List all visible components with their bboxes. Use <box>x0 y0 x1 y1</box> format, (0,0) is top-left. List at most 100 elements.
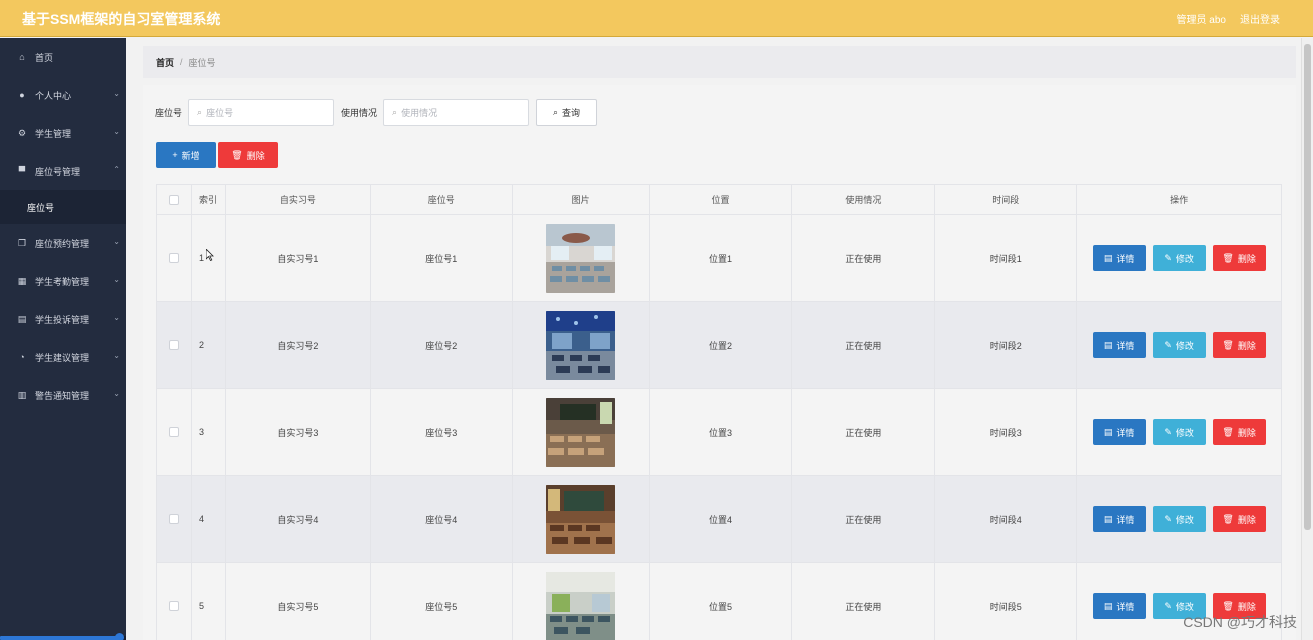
classroom-photo[interactable] <box>546 223 616 293</box>
usage-cell: 正在使用 <box>792 563 936 640</box>
delete-button[interactable]: 🗑 删除 <box>1212 506 1266 532</box>
delete-button[interactable]: 🗑 删除 <box>1212 245 1266 271</box>
delete-label: 删除 <box>1237 601 1256 612</box>
detail-button[interactable]: ▤ 详情 <box>1092 419 1146 445</box>
add-button-label: 新增 <box>181 150 200 161</box>
classroom-photo[interactable] <box>546 397 616 467</box>
sidebar-item-warnings[interactable]: ▥ 警告通知管理 ⌄ <box>0 376 126 414</box>
trash-icon: 🗑 <box>1222 426 1234 437</box>
sidebar-item-profile[interactable]: ● 个人中心 ⌄ <box>0 76 126 114</box>
time-cell: 时间段3 <box>935 389 1078 476</box>
breadcrumb-current: 座位号 <box>188 57 216 68</box>
sidebar-item-label: 座位号管理 <box>35 166 81 177</box>
row-checkbox[interactable] <box>168 427 179 437</box>
delete-button[interactable]: 🗑 删除 <box>1212 419 1266 445</box>
scrollbar-handle[interactable] <box>115 633 124 640</box>
logout-link[interactable]: 退出登录 <box>1240 11 1280 26</box>
select-all-checkbox[interactable] <box>168 194 179 205</box>
usage-cell: 正在使用 <box>792 302 936 389</box>
time-cell: 时间段4 <box>935 476 1078 563</box>
sidebar-item-students[interactable]: ⚙ 学生管理 ⌄ <box>0 114 126 152</box>
sidebar-item-attendance[interactable]: ▦ 学生考勤管理 ⌄ <box>0 262 126 300</box>
chevron-down-icon: ⌄ <box>113 389 120 398</box>
index-cell: 4 <box>191 476 226 563</box>
sidebar-item-label: 首页 <box>35 52 54 63</box>
column-header: 位置 <box>649 185 793 215</box>
position-cell: 位置1 <box>649 215 793 302</box>
seat-cell: 座位号4 <box>370 476 513 563</box>
image-cell <box>512 476 650 563</box>
breadcrumb-home[interactable]: 首页 <box>156 56 174 69</box>
classroom-photo[interactable] <box>546 310 616 380</box>
seat-search-label: 座位号 <box>155 108 183 118</box>
sidebar-item-label: 个人中心 <box>35 90 72 101</box>
batch-delete-button[interactable]: 🗑 删除 <box>218 142 278 168</box>
settings-icon: ⚙ <box>17 127 27 138</box>
batch-delete-label: 删除 <box>246 150 265 161</box>
operations-cell: ▤ 详情 ✎ 修改 🗑 删除 <box>1077 215 1283 302</box>
sidebar-item-label: 座位预约管理 <box>35 238 90 249</box>
column-header: 使用情况 <box>792 185 936 215</box>
search-icon: ⌕ <box>553 107 559 117</box>
sidebar-item-seat-management[interactable]: ▀ 座位号管理 ⌃ <box>0 152 126 190</box>
seat-search-input[interactable]: ⌕ 座位号 <box>188 99 335 126</box>
position-cell: 位置4 <box>649 476 793 563</box>
chevron-down-icon: ⌄ <box>113 313 120 322</box>
edit-button[interactable]: ✎ 修改 <box>1152 419 1206 445</box>
query-button[interactable]: ⌕ 查询 <box>536 99 598 126</box>
sidebar-item-suggestions[interactable]: ◔ 学生建议管理 ⌄ <box>0 338 126 376</box>
classroom-photo[interactable] <box>546 484 616 554</box>
row-checkbox[interactable] <box>168 340 179 350</box>
home-icon: ⌂ <box>19 52 25 62</box>
row-checkbox[interactable] <box>168 253 179 263</box>
edit-label: 修改 <box>1175 601 1194 612</box>
pencil-icon: ✎ <box>1164 600 1172 611</box>
detail-label: 详情 <box>1116 253 1135 264</box>
row-checkbox-cell <box>157 563 192 640</box>
column-header: 操作 <box>1077 185 1283 215</box>
table-row: 2 自实习号2 座位号2 位置2 正在使用 时间段2 ▤ 详情 ✎ 修改 🗑 删除 <box>157 302 1283 389</box>
sidebar-item-home[interactable]: ⌂ 首页 <box>0 38 126 76</box>
sidebar-item-seat-booking[interactable]: ❐ 座位预约管理 ⌄ <box>0 224 126 262</box>
breadcrumb-separator: / <box>180 57 183 67</box>
scrollbar-thumb[interactable] <box>0 636 120 640</box>
detail-button[interactable]: ▤ 详情 <box>1092 245 1146 271</box>
mouse-cursor-icon <box>206 249 214 261</box>
image-cell <box>512 302 650 389</box>
detail-label: 详情 <box>1116 514 1135 525</box>
detail-button[interactable]: ▤ 详情 <box>1092 332 1146 358</box>
operations-cell: ▤ 详情 ✎ 修改 🗑 删除 <box>1077 302 1283 389</box>
user-name[interactable]: 管理员 abo <box>1177 11 1226 26</box>
sidebar-item-label: 学生考勤管理 <box>35 276 90 287</box>
copy-icon: ❐ <box>17 237 27 248</box>
scrollbar-thumb[interactable] <box>1304 44 1311 530</box>
edit-label: 修改 <box>1175 253 1194 264</box>
sidebar-item-complaints[interactable]: ▤ 学生投诉管理 ⌄ <box>0 300 126 338</box>
trash-icon: 🗑 <box>231 149 243 160</box>
sidebar-subitem-seat[interactable]: 座位号 <box>0 190 126 224</box>
detail-button[interactable]: ▤ 详情 <box>1092 506 1146 532</box>
document-icon: ▤ <box>1103 339 1113 350</box>
page-scrollbar[interactable] <box>1301 38 1313 640</box>
add-button[interactable]: + 新增 <box>156 142 216 168</box>
sidebar-scrollbar[interactable] <box>0 633 126 640</box>
usage-cell: 正在使用 <box>792 476 936 563</box>
table-header-row: 索引 自实习号 座位号 图片 位置 使用情况 时间段 操作 <box>157 185 1283 215</box>
usage-search-input[interactable]: ⌕ 使用情况 <box>383 99 530 126</box>
delete-button[interactable]: 🗑 删除 <box>1212 332 1266 358</box>
row-checkbox[interactable] <box>168 514 179 524</box>
chart-icon: ▥ <box>17 389 27 400</box>
edit-button[interactable]: ✎ 修改 <box>1152 332 1206 358</box>
row-checkbox-cell <box>157 302 192 389</box>
table-row: 5 自实习号5 座位号5 位置5 正在使用 时间段5 ▤ 详情 ✎ 修改 🗑 删除 <box>157 563 1283 640</box>
classroom-photo[interactable] <box>546 571 616 640</box>
edit-button[interactable]: ✎ 修改 <box>1152 245 1206 271</box>
grid-icon: ▦ <box>17 275 27 286</box>
monitor-icon: ▀ <box>18 166 26 176</box>
edit-button[interactable]: ✎ 修改 <box>1152 506 1206 532</box>
seat-cell: 座位号3 <box>370 389 513 476</box>
seat-search-placeholder: 座位号 <box>206 108 234 118</box>
room-cell: 自实习号2 <box>225 302 371 389</box>
detail-button[interactable]: ▤ 详情 <box>1092 593 1146 619</box>
row-checkbox[interactable] <box>168 601 179 611</box>
